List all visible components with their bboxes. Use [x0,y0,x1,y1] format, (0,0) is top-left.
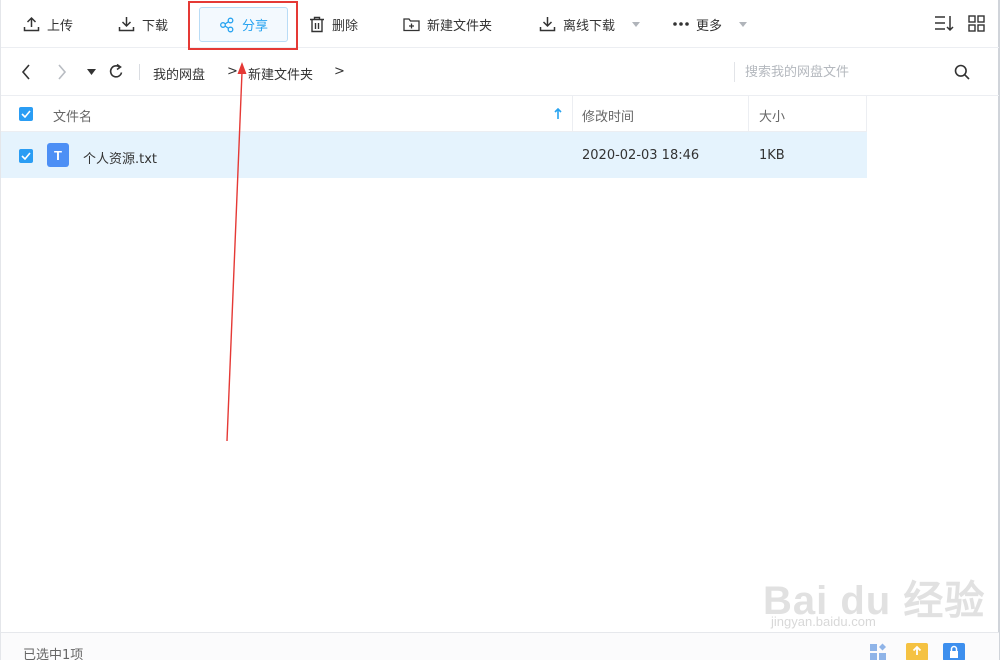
breadcrumb-root[interactable]: 我的网盘 [153,64,205,83]
offline-download-icon [539,17,556,32]
back-arrow-icon[interactable] [21,64,31,80]
download-button[interactable]: 下载 [118,8,168,40]
grid-view-icon[interactable] [968,15,985,32]
baidu-watermark-url: jingyan.baidu.com [771,614,876,629]
more-button[interactable]: 更多 [673,8,748,40]
trash-icon [310,16,324,32]
nav-divider [139,64,140,80]
new-folder-icon [403,17,420,31]
row-checkbox[interactable] [19,149,33,163]
column-header-size[interactable]: 大小 [759,106,785,125]
view-switcher [934,15,985,32]
sort-ascending-icon[interactable] [554,108,562,120]
column-divider[interactable] [748,96,749,132]
breadcrumb-separator: > [334,64,345,79]
search-icon[interactable] [954,64,970,80]
more-label: 更多 [696,18,723,34]
select-all-checkbox[interactable] [19,107,33,121]
upload-label: 上传 [47,18,74,34]
offline-download-button[interactable]: 离线下载 [539,8,641,40]
column-divider[interactable] [572,96,573,132]
breadcrumb-current[interactable]: 新建文件夹 [248,64,313,83]
search-input[interactable] [745,60,935,84]
status-bar: 已选中1项 [1,632,999,660]
download-label: 下载 [142,18,169,34]
netdisk-window: 上传 下载 分享 删除 新建文件夹 离线下载 更多 我的网盘 > 新建文件夹 >… [0,0,1000,660]
history-dropdown-icon[interactable] [87,69,96,75]
text-file-icon: T [47,143,69,167]
transfer-icon[interactable] [906,643,928,660]
forward-arrow-icon[interactable] [57,64,67,80]
delete-button[interactable]: 删除 [309,8,358,40]
search-divider [734,62,735,82]
download-icon [118,17,135,32]
apps-icon[interactable] [869,643,889,660]
table-row[interactable]: T 个人资源.txt 2020-02-03 18:46 1KB [1,132,867,178]
more-dots-icon [673,22,689,26]
upload-button[interactable]: 上传 [23,8,73,40]
selection-status: 已选中1项 [23,648,84,660]
column-divider[interactable] [866,96,867,132]
toolbar: 上传 下载 分享 删除 新建文件夹 离线下载 更多 [1,0,999,50]
share-label: 分享 [241,19,268,34]
navigation-bar: 我的网盘 > 新建文件夹 > [1,48,999,96]
column-header-modified[interactable]: 修改时间 [582,106,634,125]
file-table-header: 文件名 修改时间 大小 [1,96,867,132]
file-size: 1KB [759,148,785,163]
check-icon [21,110,31,118]
new-folder-label: 新建文件夹 [427,18,493,34]
breadcrumb-separator: > [227,64,238,79]
lock-icon[interactable] [943,643,965,660]
file-modified: 2020-02-03 18:46 [582,148,700,163]
offline-download-label: 离线下载 [563,18,616,34]
file-name[interactable]: 个人资源.txt [83,148,157,167]
chevron-down-icon [632,21,641,27]
sort-icon[interactable] [934,15,954,32]
check-icon [21,152,31,160]
chevron-down-icon [739,21,748,27]
column-header-name[interactable]: 文件名 [53,106,92,125]
refresh-icon[interactable] [108,63,124,80]
upload-icon [23,16,40,32]
delete-label: 删除 [332,18,359,34]
share-icon [220,17,234,32]
new-folder-button[interactable]: 新建文件夹 [403,8,492,40]
share-button[interactable]: 分享 [199,7,288,42]
